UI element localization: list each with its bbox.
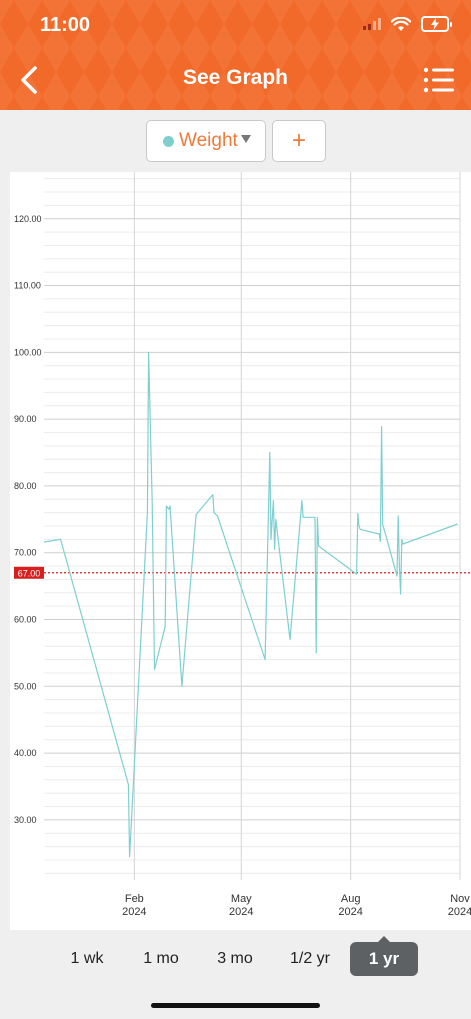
graph-toolbar: Weight +	[0, 110, 471, 170]
x-tick-label: 2024	[229, 906, 253, 918]
series-color-dot	[163, 135, 174, 147]
home-indicator	[151, 1003, 320, 1008]
cellular-signal-icon	[363, 18, 381, 30]
weight-line-chart: 30.00 40.00 50.00 60.00 70.00 80.00 90.00 100.0…	[14, 172, 471, 918]
y-tick-label: 40.00	[14, 748, 37, 758]
x-tick-label: 2024	[122, 906, 146, 918]
y-tick-label: 110.00	[14, 281, 41, 291]
x-tick-label: Feb	[125, 893, 144, 905]
x-tick-label: Aug	[341, 893, 361, 905]
chart-panel: 30.00 40.00 50.00 60.00 70.00 80.00 90.00 100.0…	[10, 172, 471, 930]
y-tick-label: 100.00	[14, 347, 42, 357]
add-metric-button[interactable]: +	[272, 120, 326, 162]
x-tick-label: 2024	[338, 906, 362, 918]
x-tick-label: Nov	[450, 893, 470, 905]
y-tick-label: 30.00	[14, 815, 37, 825]
y-tick-label: 60.00	[14, 615, 37, 625]
range-1-year[interactable]: 1 yr	[350, 936, 418, 976]
range-1-month[interactable]: 1 mo	[130, 942, 192, 976]
y-tick-label: 120.00	[14, 214, 42, 224]
y-tick-label: 70.00	[14, 548, 37, 558]
time-range-selector: 1 wk 1 mo 3 mo 1/2 yr 1 yr	[0, 936, 471, 980]
wifi-icon	[391, 16, 411, 31]
range-half-year[interactable]: 1/2 yr	[278, 942, 342, 976]
status-icons	[363, 16, 452, 32]
caret-down-icon	[241, 135, 251, 143]
range-1-week[interactable]: 1 wk	[56, 942, 118, 976]
status-time: 11:00	[40, 14, 91, 36]
back-button[interactable]	[14, 62, 44, 98]
goal-label: 67.00	[18, 568, 41, 578]
metric-select-label: Weight	[179, 130, 238, 151]
y-tick-label: 90.00	[14, 414, 37, 424]
weight-series-line	[43, 351, 458, 858]
x-tick-label: May	[231, 893, 252, 905]
app-header: 11:00 See Graph	[0, 0, 471, 110]
page-title: See Graph	[182, 66, 289, 89]
chevron-left-icon	[21, 66, 37, 94]
y-tick-label: 80.00	[14, 481, 37, 491]
y-tick-label: 50.00	[14, 681, 37, 691]
range-3-months[interactable]: 3 mo	[204, 942, 266, 976]
list-menu-icon	[423, 67, 454, 93]
metric-select[interactable]: Weight	[146, 120, 266, 162]
x-tick-label: 2024	[448, 906, 471, 918]
battery-charging-icon	[421, 16, 452, 32]
list-menu-button[interactable]	[423, 66, 455, 94]
